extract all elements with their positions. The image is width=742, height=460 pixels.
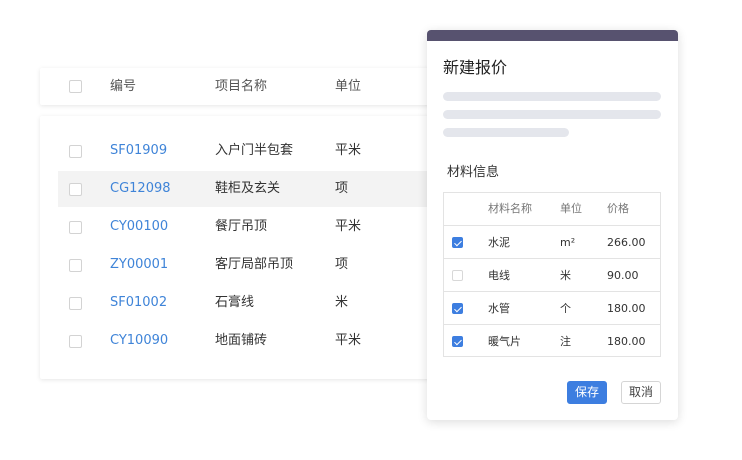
material-unit: 个 — [560, 302, 571, 315]
materials-table: 材料名称 单位 价格 水泥 m² 266.00 电线 米 90.00 水管 个 … — [443, 192, 661, 357]
table-row[interactable]: CY10090 地面铺砖 平米 — [58, 323, 440, 359]
project-unit: 米 — [335, 295, 349, 310]
project-unit: 平米 — [335, 219, 362, 234]
material-checkbox[interactable] — [452, 270, 463, 281]
column-header-material-unit: 单位 — [560, 202, 582, 215]
table-row[interactable]: 水管 个 180.00 — [444, 292, 660, 325]
select-all-checkbox[interactable] — [69, 80, 82, 93]
material-name: 电线 — [488, 269, 510, 282]
project-name: 餐厅吊顶 — [215, 219, 268, 234]
project-code-link[interactable]: CG12098 — [110, 181, 171, 197]
skeleton-line — [443, 92, 661, 101]
table-row[interactable]: CY00100 餐厅吊顶 平米 — [58, 209, 440, 245]
material-checkbox[interactable] — [452, 303, 463, 314]
project-code-link[interactable]: CY00100 — [110, 219, 168, 235]
material-name: 水泥 — [488, 236, 510, 249]
column-header-code: 编号 — [110, 79, 137, 94]
project-name: 客厅局部吊顶 — [215, 257, 294, 272]
materials-section-title: 材料信息 — [447, 165, 500, 180]
row-checkbox[interactable] — [69, 145, 82, 158]
table-row[interactable]: ZY00001 客厅局部吊顶 项 — [58, 247, 440, 283]
table-row[interactable]: 电线 米 90.00 — [444, 259, 660, 292]
skeleton-line — [443, 110, 661, 119]
column-header-name: 项目名称 — [215, 79, 268, 94]
list-header: 编号 项目名称 单位 — [40, 68, 440, 105]
row-checkbox[interactable] — [69, 297, 82, 310]
project-code-link[interactable]: SF01909 — [110, 143, 167, 159]
column-header-material-price: 价格 — [607, 202, 629, 215]
row-checkbox[interactable] — [69, 221, 82, 234]
material-unit: m² — [560, 236, 576, 249]
dialog-header-bar — [427, 30, 678, 41]
dialog-title: 新建报价 — [443, 58, 508, 77]
material-price: 266.00 — [607, 236, 646, 249]
material-checkbox[interactable] — [452, 237, 463, 248]
project-name: 石膏线 — [215, 295, 255, 310]
material-price: 90.00 — [607, 269, 639, 282]
project-list: SF01909 入户门半包套 平米 CG12098 鞋柜及玄关 项 CY0010… — [40, 116, 440, 379]
project-code-link[interactable]: ZY00001 — [110, 257, 168, 273]
materials-table-header: 材料名称 单位 价格 — [444, 193, 660, 226]
new-quote-dialog: 新建报价 材料信息 材料名称 单位 价格 水泥 m² 266.00 电线 米 9… — [427, 30, 678, 420]
material-price: 180.00 — [607, 335, 646, 348]
project-unit: 平米 — [335, 143, 362, 158]
column-header-material-name: 材料名称 — [488, 202, 532, 215]
project-unit: 项 — [335, 181, 349, 196]
material-unit: 米 — [560, 269, 571, 282]
project-code-link[interactable]: SF01002 — [110, 295, 167, 311]
row-checkbox[interactable] — [69, 259, 82, 272]
table-row[interactable]: 暖气片 注 180.00 — [444, 325, 660, 358]
table-row[interactable]: SF01002 石膏线 米 — [58, 285, 440, 321]
save-button[interactable]: 保存 — [567, 381, 607, 404]
material-checkbox[interactable] — [452, 336, 463, 347]
project-code-link[interactable]: CY10090 — [110, 333, 168, 349]
project-unit: 项 — [335, 257, 349, 272]
project-name: 入户门半包套 — [215, 143, 294, 158]
table-row[interactable]: SF01909 入户门半包套 平米 — [58, 133, 440, 169]
row-checkbox[interactable] — [69, 335, 82, 348]
project-name: 鞋柜及玄关 — [215, 181, 281, 196]
table-row[interactable]: CG12098 鞋柜及玄关 项 — [58, 171, 440, 207]
project-unit: 平米 — [335, 333, 362, 348]
skeleton-line — [443, 128, 569, 137]
material-name: 水管 — [488, 302, 510, 315]
material-name: 暖气片 — [488, 335, 521, 348]
column-header-unit: 单位 — [335, 79, 362, 94]
material-unit: 注 — [560, 335, 571, 348]
cancel-button[interactable]: 取消 — [621, 381, 661, 404]
project-name: 地面铺砖 — [215, 333, 268, 348]
row-checkbox[interactable] — [69, 183, 82, 196]
material-price: 180.00 — [607, 302, 646, 315]
table-row[interactable]: 水泥 m² 266.00 — [444, 226, 660, 259]
